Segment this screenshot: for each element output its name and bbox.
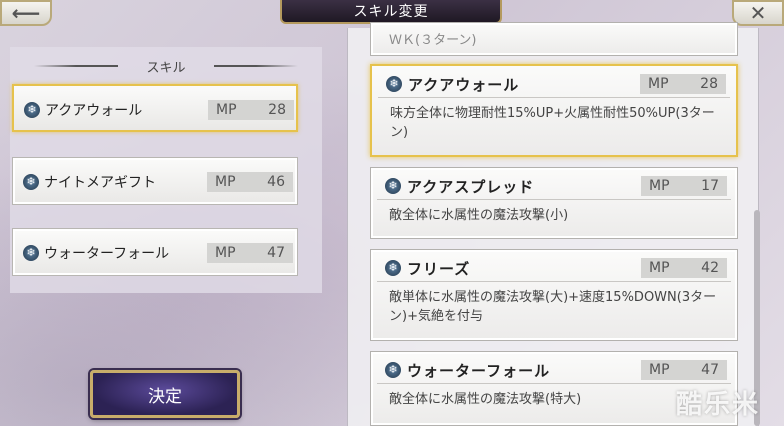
equipped-slot-1[interactable]: ❄ アクアウォール MP 28 (12, 84, 298, 132)
mp-label: MP (649, 260, 670, 276)
card-skill-name: フリーズ (407, 260, 471, 278)
mp-label: MP (215, 245, 236, 261)
slot-skill-name: ウォーターフォール (44, 246, 170, 262)
back-button[interactable]: ⟵ (0, 0, 52, 26)
ornament-right (214, 65, 298, 67)
skill-card-aqua-wall[interactable]: ❄ アクアウォール MP 28 味方全体に物理耐性15%UP+火属性耐性50%U… (370, 64, 738, 157)
mp-value: 47 (701, 362, 719, 378)
card-description: 敵全体に水属性の魔法攻撃(小) (389, 208, 569, 223)
equipped-slot-2[interactable]: ❄ ナイトメアギフト MP 46 (12, 157, 298, 205)
skill-card-partial[interactable]: ＷＫ(３ターン) (370, 22, 738, 56)
slot-skill-name: アクアウォール (45, 103, 143, 119)
back-arrow-icon: ⟵ (11, 1, 41, 25)
mp-cost: MP 28 (640, 74, 726, 94)
close-button[interactable]: ✕ (732, 0, 784, 26)
panel-header: スキル (10, 57, 322, 76)
card-skill-name: アクアウォール (408, 76, 520, 94)
card-header: ❄ アクアスプレッド MP 17 (377, 168, 731, 200)
mp-label: MP (649, 362, 670, 378)
mp-cost: MP 46 (207, 172, 293, 192)
ornament-left (34, 65, 118, 67)
mp-label: MP (648, 76, 669, 92)
water-element-icon: ❄ (23, 174, 39, 190)
card-header: ❄ ウォーターフォール MP 47 (377, 352, 731, 384)
mp-value: 47 (267, 245, 285, 261)
watermark: 酷乐米 (676, 390, 761, 420)
mp-cost: MP 42 (641, 258, 727, 278)
skill-card-aqua-spread[interactable]: ❄ アクアスプレッド MP 17 敵全体に水属性の魔法攻撃(小) (370, 167, 738, 239)
card-skill-name: アクアスプレッド (407, 178, 535, 196)
mp-cost: MP 47 (641, 360, 727, 380)
card-skill-name: ウォーターフォール (407, 362, 551, 380)
mp-value: 42 (701, 260, 719, 276)
water-element-icon: ❄ (385, 362, 401, 378)
partial-desc: ＷＫ(３ターン) (389, 33, 477, 48)
panel-title: スキル (146, 60, 186, 76)
water-element-icon: ❄ (385, 178, 401, 194)
skill-card-freeze[interactable]: ❄ フリーズ MP 42 敵単体に水属性の魔法攻撃(大)+速度15%DOWN(3… (370, 249, 738, 341)
mp-cost: MP 28 (208, 100, 294, 120)
water-element-icon: ❄ (24, 102, 40, 118)
water-element-icon: ❄ (385, 260, 401, 276)
close-x-icon: ✕ (749, 1, 767, 25)
equipped-slot-3[interactable]: ❄ ウォーターフォール MP 47 (12, 228, 298, 276)
mp-cost: MP 17 (641, 176, 727, 196)
mp-value: 46 (267, 174, 285, 190)
card-description: 味方全体に物理耐性15%UP+火属性耐性50%UP(3ターン) (390, 106, 715, 140)
slot-skill-name: ナイトメアギフト (44, 175, 156, 191)
mp-label: MP (215, 174, 236, 190)
card-header: ❄ アクアウォール MP 28 (378, 66, 730, 98)
mp-value: 17 (701, 178, 719, 194)
card-description: 敵単体に水属性の魔法攻撃(大)+速度15%DOWN(3ターン)+気絶を付与 (389, 290, 717, 324)
mp-cost: MP 47 (207, 243, 293, 263)
page-title: スキル変更 (280, 0, 502, 24)
water-element-icon: ❄ (386, 76, 402, 92)
mp-value: 28 (700, 76, 718, 92)
mp-value: 28 (268, 102, 286, 118)
confirm-button[interactable]: 決定 (90, 370, 240, 418)
mp-label: MP (649, 178, 670, 194)
mp-label: MP (216, 102, 237, 118)
card-header: ❄ フリーズ MP 42 (377, 250, 731, 282)
water-element-icon: ❄ (23, 245, 39, 261)
